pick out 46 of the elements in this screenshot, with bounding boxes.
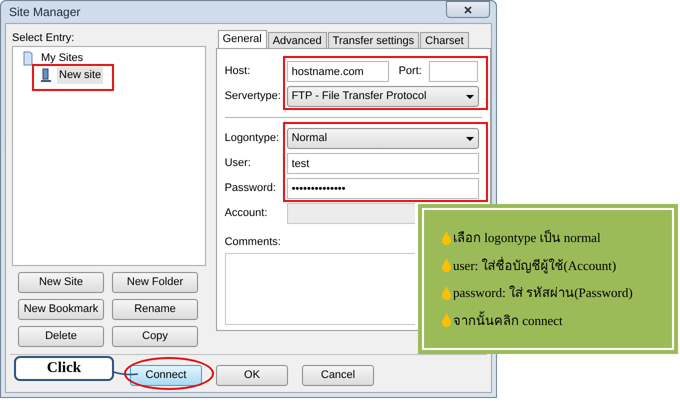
callout-label: Click [14, 356, 114, 381]
drop-icon [442, 286, 451, 300]
close-button[interactable] [446, 1, 490, 18]
text-field[interactable]: hostname.com [286, 61, 389, 82]
drop-icon [442, 230, 451, 245]
tree-item[interactable]: My Sites [39, 50, 86, 67]
entry-button[interactable]: New Bookmark [18, 299, 104, 320]
entry-button[interactable]: Delete [18, 326, 104, 347]
section-label: Select Entry: [12, 31, 76, 44]
close-icon [464, 6, 472, 14]
entry-button[interactable]: New Folder [112, 272, 198, 293]
window-title: Site Manager [9, 4, 80, 21]
dropdown[interactable]: Normal [286, 128, 479, 149]
tab[interactable]: General [218, 30, 267, 48]
text-field[interactable]: test [286, 153, 479, 174]
tab[interactable]: Advanced [268, 32, 327, 48]
dialog-button[interactable]: Connect [130, 365, 202, 386]
note-text: user: ใส่ชื่อบัญชีผู้ใช้(Account) [453, 256, 616, 275]
field-label: Comments: [224, 235, 281, 250]
entry-button[interactable]: Rename [112, 299, 198, 320]
field-label: Port: [398, 64, 423, 80]
entry-button[interactable]: Copy [112, 326, 198, 347]
field-label: Password: [224, 181, 277, 196]
field-label: User: [224, 156, 252, 172]
computer-icon [39, 68, 53, 83]
tree-item[interactable]: New site [57, 67, 104, 84]
entry-button[interactable]: New Site [18, 272, 104, 293]
tab[interactable]: Charset [420, 32, 469, 48]
tab[interactable]: Transfer settings [328, 32, 420, 48]
dropdown[interactable]: FTP - File Transfer Protocol [286, 86, 479, 107]
dialog-button[interactable]: OK [216, 365, 288, 386]
field-label: Logontype: [224, 131, 280, 146]
note-text: เลือก logontype เป็น normal [453, 228, 601, 247]
dialog-button[interactable]: Cancel [302, 365, 374, 386]
drop-icon [442, 313, 451, 328]
caret-icon [466, 136, 474, 140]
password-field[interactable]: •••••••••••••• [286, 178, 479, 199]
drop-icon [442, 258, 451, 272]
field-label: Host: [224, 64, 252, 80]
note-text: password: ใส่ รหัสผ่าน(Password) [453, 284, 633, 302]
text-field[interactable] [428, 61, 478, 82]
field-label: Servertype: [224, 89, 282, 104]
field-label: Account: [224, 206, 268, 222]
comments-field[interactable] [224, 252, 415, 324]
note-text: จากนั้นคลิก connect [453, 310, 563, 330]
caret-icon [466, 94, 474, 98]
